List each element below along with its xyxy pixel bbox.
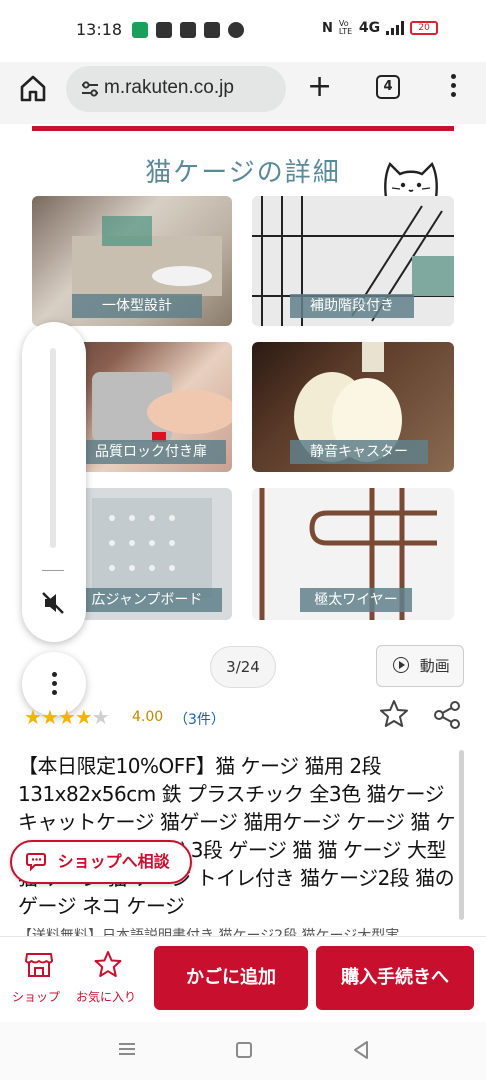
feature-label: 一体型設計: [72, 294, 202, 318]
nfc-icon: N: [322, 20, 333, 36]
rating-stars[interactable]: ★★★★★: [24, 705, 110, 729]
star-icon: ★: [57, 705, 76, 729]
new-tab-icon[interactable]: +: [307, 72, 332, 102]
shop-consult-button[interactable]: ショップへ相談: [10, 840, 192, 884]
feature-tile-stairs[interactable]: 補助階段付き: [252, 196, 454, 326]
play-icon: [393, 656, 409, 673]
feature-tile-integrated[interactable]: 一体型設計: [32, 196, 232, 326]
volume-slider[interactable]: [50, 348, 56, 548]
video-button[interactable]: 動画: [376, 645, 464, 687]
video-label: 動画: [419, 657, 450, 675]
star-icon: ★: [74, 705, 93, 729]
home-icon[interactable]: [18, 73, 48, 103]
product-title: 【本日限定10%OFF】猫 ケージ 猫用 2段 131x82x56cm 鉄 プラ…: [18, 754, 456, 918]
nav-home-icon[interactable]: [236, 1042, 252, 1058]
more-vert-icon: [22, 652, 86, 695]
star-icon: ★: [91, 705, 110, 729]
volume-divider: [42, 570, 64, 571]
shield-app-icon: [132, 22, 148, 38]
checkout-button[interactable]: 購入手続きへ: [316, 946, 474, 1010]
shop-label[interactable]: ショップ: [12, 988, 60, 1005]
shop-icon[interactable]: [24, 950, 54, 978]
star-icon: ★: [24, 705, 42, 729]
feature-label: 静音キャスター: [290, 440, 428, 464]
recents-icon[interactable]: [118, 1042, 136, 1056]
chat-icon: [26, 852, 46, 871]
volte-label: Vo LTE: [338, 19, 353, 36]
review-count[interactable]: （3件）: [174, 709, 225, 729]
image-counter: 3/24: [210, 646, 276, 688]
yahoo-app-icon: [156, 22, 172, 38]
add-to-cart-button[interactable]: かごに追加: [154, 946, 308, 1010]
status-time: 13:18: [76, 20, 123, 39]
feature-label: 補助階段付き: [290, 294, 414, 318]
site-settings-icon[interactable]: [80, 80, 100, 98]
favorite-icon[interactable]: [93, 950, 123, 978]
cat-face-icon: [384, 161, 438, 199]
notification-icons: [132, 22, 244, 38]
favorite-star-icon[interactable]: [378, 698, 410, 730]
feature-label: 極太ワイヤー: [300, 588, 412, 612]
chrome-app-icon: [228, 22, 244, 38]
news-app-icon: [180, 22, 196, 38]
battery-icon: 20: [410, 21, 439, 35]
network-label: 4G: [358, 20, 381, 36]
share-icon[interactable]: [432, 700, 462, 730]
feature-label: 広ジャンプボード: [72, 588, 222, 612]
star-icon: ★: [40, 705, 59, 729]
feature-tile-wire[interactable]: 極太ワイヤー: [252, 488, 454, 620]
mute-icon[interactable]: [40, 590, 66, 616]
url-text[interactable]: m.rakuten.co.jp: [104, 77, 234, 99]
back-icon[interactable]: [352, 1040, 370, 1060]
header-divider: [32, 126, 454, 131]
tab-count-button[interactable]: 4: [376, 75, 400, 99]
page-scrollbar[interactable]: [459, 750, 464, 920]
rating-value[interactable]: 4.00: [132, 709, 163, 725]
feature-label: 品質ロック付き扉: [76, 440, 226, 464]
overflow-menu-icon[interactable]: [448, 74, 458, 102]
app-icon: [204, 22, 220, 38]
status-right: N Vo LTE 4G 20: [322, 19, 439, 36]
product-subtitle: 【送料無料】日本語説明書付き 猫ケージ2段 猫ケージ大型実: [18, 928, 400, 936]
favorite-label[interactable]: お気に入り: [76, 988, 136, 1005]
signal-icon: [386, 21, 405, 35]
feature-tile-caster[interactable]: 静音キャスター: [252, 342, 454, 472]
subtitle-clip: 【送料無料】日本語説明書付き 猫ケージ2段 猫ケージ大型実: [0, 920, 486, 936]
consult-label: ショップへ相談: [57, 852, 170, 871]
